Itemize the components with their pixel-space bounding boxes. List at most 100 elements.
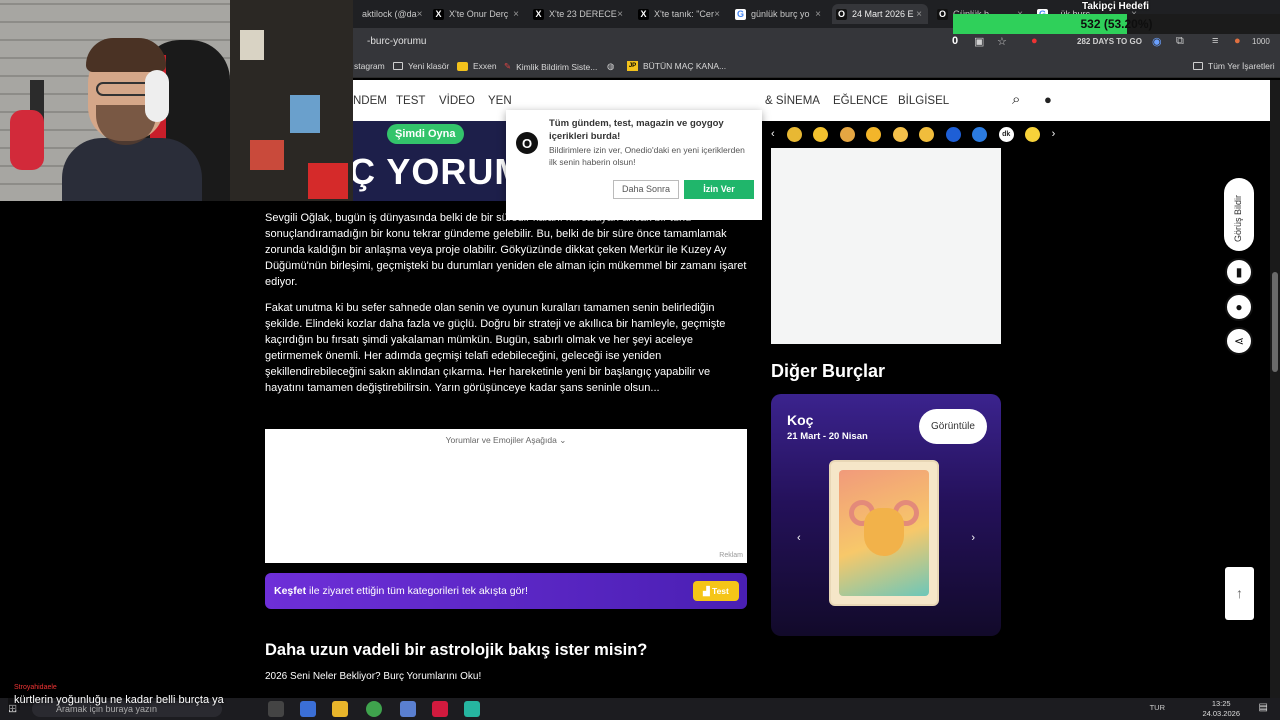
section-link[interactable]: 2026 Seni Neler Bekliyor? Burç Yorumları…	[265, 671, 481, 682]
feedback-label: Görüş Bildir	[1233, 194, 1243, 242]
clock[interactable]: 13:25 24.03.2026	[1202, 699, 1240, 719]
close-icon[interactable]: ×	[714, 9, 726, 20]
search-icon[interactable]: ⌕	[1012, 91, 1020, 108]
neutral-face-icon[interactable]	[839, 126, 855, 142]
chrome-icon[interactable]	[366, 701, 382, 717]
user-icon[interactable]: ●	[1044, 92, 1052, 107]
browser-tab[interactable]: X X'te 23 DERECE ×	[529, 4, 629, 24]
view-button[interactable]: Görüntüle	[919, 409, 987, 444]
url-text[interactable]: -burc-yorumu	[367, 36, 426, 47]
trophy-icon[interactable]	[786, 126, 802, 142]
chevron-down-icon: ⌄	[559, 435, 567, 445]
webcam-overlay	[0, 0, 353, 201]
nav-bilgisel[interactable]: BİLGİSEL	[898, 95, 949, 107]
later-button[interactable]: Daha Sonra	[613, 180, 679, 199]
kesfet-banner[interactable]: Keşfet ile ziyaret ettiğin tüm kategoril…	[265, 573, 747, 609]
browser-tab[interactable]: Ggünlük burç yo ×	[731, 4, 827, 24]
x-logo-icon: X	[433, 8, 444, 20]
language-indicator[interactable]: TUR	[1150, 703, 1165, 712]
share-icon[interactable]: ⋖	[1225, 327, 1253, 355]
bookmark-exxen[interactable]: Exxen	[457, 61, 497, 71]
bookmark-label: Yeni klasör	[408, 61, 450, 71]
counter-text: 1000	[1252, 37, 1270, 46]
app2-icon[interactable]	[400, 701, 416, 717]
close-icon[interactable]: ×	[916, 9, 928, 20]
audio-icon[interactable]: ◉	[1152, 35, 1162, 48]
ram-face	[864, 508, 904, 556]
ad-label: Reklam	[719, 552, 743, 559]
app3-icon[interactable]	[464, 701, 480, 717]
browser-tab[interactable]: X X'te tanık: "Cer ×	[634, 4, 726, 24]
browser-tab[interactable]: O 24 Mart 2026 E ×	[832, 4, 928, 24]
close-icon[interactable]: ×	[417, 9, 423, 20]
obs-like-icon[interactable]	[432, 701, 448, 717]
bookmark-mac-kanal[interactable]: JP BÜTÜN MAÇ KANA...	[627, 61, 726, 71]
scrollbar[interactable]	[1270, 80, 1280, 700]
avatar[interactable]: ●	[1234, 35, 1241, 47]
extension-red-icon[interactable]: ●	[1031, 35, 1038, 47]
clock-date: 24.03.2026	[1202, 709, 1240, 718]
app-icon[interactable]	[300, 701, 316, 717]
nav-yeni[interactable]: YEN	[488, 95, 512, 107]
tarot-card-image[interactable]	[829, 460, 939, 606]
exxen-icon	[457, 61, 468, 71]
podium-icon: ▟	[703, 586, 713, 596]
bookmark-new-folder[interactable]: Yeni klasör	[393, 61, 449, 71]
follower-goal-bar: 532 (53.20%)	[953, 14, 1280, 34]
screen: aktilock (@da × X X'te Onur Derç × X X'te 23 D…	[0, 0, 1280, 720]
carousel-next-icon[interactable]: ›	[971, 532, 975, 544]
menu-list-icon[interactable]: ≡	[1212, 35, 1218, 47]
bookmark-kimlik[interactable]: ✎ Kimlik Bildirim Siste...	[504, 61, 597, 72]
close-icon[interactable]: ×	[513, 9, 525, 20]
nav-sinema[interactable]: & SİNEMA	[765, 95, 820, 107]
countdown-extension[interactable]: 282 DAYS TO GO	[1077, 37, 1142, 46]
browser-tab[interactable]: X X'te Onur Derç ×	[429, 4, 525, 24]
carousel-prev-icon[interactable]: ‹	[797, 532, 801, 544]
close-icon[interactable]: ×	[815, 9, 827, 20]
bookmarks-bar: stagram Yeni klasör Exxen ✎ Kimlik Bildir…	[353, 56, 1280, 78]
scrollbar-thumb[interactable]	[1272, 272, 1278, 372]
bookmark-instagram[interactable]: stagram	[354, 61, 385, 71]
play-now-button[interactable]: Şimdi Oyna	[387, 124, 464, 144]
dk-badge-icon[interactable]: dk	[998, 126, 1014, 142]
stream-subtitle: Stroyahidaele kürtlerin yoğunluğu ne kad…	[8, 684, 224, 710]
close-icon[interactable]: ×	[617, 9, 629, 20]
crying-face-icon[interactable]	[892, 126, 908, 142]
popup-title: Tüm gündem, test, magazin ve goygoy içer…	[549, 118, 724, 142]
infinity-icon[interactable]	[813, 126, 829, 142]
chevron-left-icon[interactable]: ‹	[771, 128, 775, 140]
chevron-right-icon[interactable]: ›	[1052, 128, 1056, 140]
nav-eglence[interactable]: EĞLENCE	[833, 95, 888, 107]
tab-title: X'te Onur Derç	[449, 9, 509, 19]
cast-icon[interactable]: ▣	[974, 35, 984, 48]
nav-gundem[interactable]: NDEM	[353, 95, 387, 107]
smile-icon[interactable]	[919, 126, 935, 142]
jp-icon: JP	[627, 61, 638, 71]
nav-test[interactable]: TEST	[396, 95, 425, 107]
star-icon[interactable]: ☆	[997, 35, 1007, 48]
comments-icon[interactable]: ●	[1225, 293, 1253, 321]
notification-popup: O Tüm gündem, test, magazin ve goygoy iç…	[506, 110, 762, 220]
browser-tab[interactable]: aktilock (@da ×	[353, 4, 423, 24]
blue-badge-2-icon[interactable]	[972, 126, 988, 142]
task-view-icon[interactable]	[268, 701, 284, 717]
bookmark-globe[interactable]: ◍	[607, 61, 614, 72]
bookmark-icon[interactable]: ▮	[1225, 258, 1253, 286]
explorer-icon[interactable]	[332, 701, 348, 717]
kesfet-test-button[interactable]: ▟ Test	[693, 581, 739, 601]
puzzle-icon[interactable]: ⧉	[1176, 35, 1184, 48]
follower-goal-title: Takipçi Hedefi	[1082, 1, 1150, 12]
all-bookmarks[interactable]: Tüm Yer İşaretleri	[1193, 61, 1275, 71]
heart-eyes-icon[interactable]	[866, 126, 882, 142]
yellow-badge-icon[interactable]	[1025, 126, 1041, 142]
comments-header[interactable]: Yorumlar ve Emojiler Aşağıda ⌄	[265, 435, 747, 446]
notification-icon[interactable]: ▤	[1259, 702, 1268, 713]
article-body: Sevgili Oğlak, bugün iş dünyasında belki…	[265, 210, 747, 406]
blue-badge-icon[interactable]	[945, 126, 961, 142]
nav-video[interactable]: VİDEO	[439, 95, 475, 107]
feedback-button[interactable]: Görüş Bildir	[1224, 178, 1254, 251]
scroll-top-button[interactable]: ↑	[1225, 567, 1254, 620]
follower-goal-text: 532 (53.20%)	[1080, 17, 1153, 31]
emoji-reactions: ‹ dk ›	[771, 122, 1071, 146]
allow-button[interactable]: İzin Ver	[684, 180, 754, 199]
